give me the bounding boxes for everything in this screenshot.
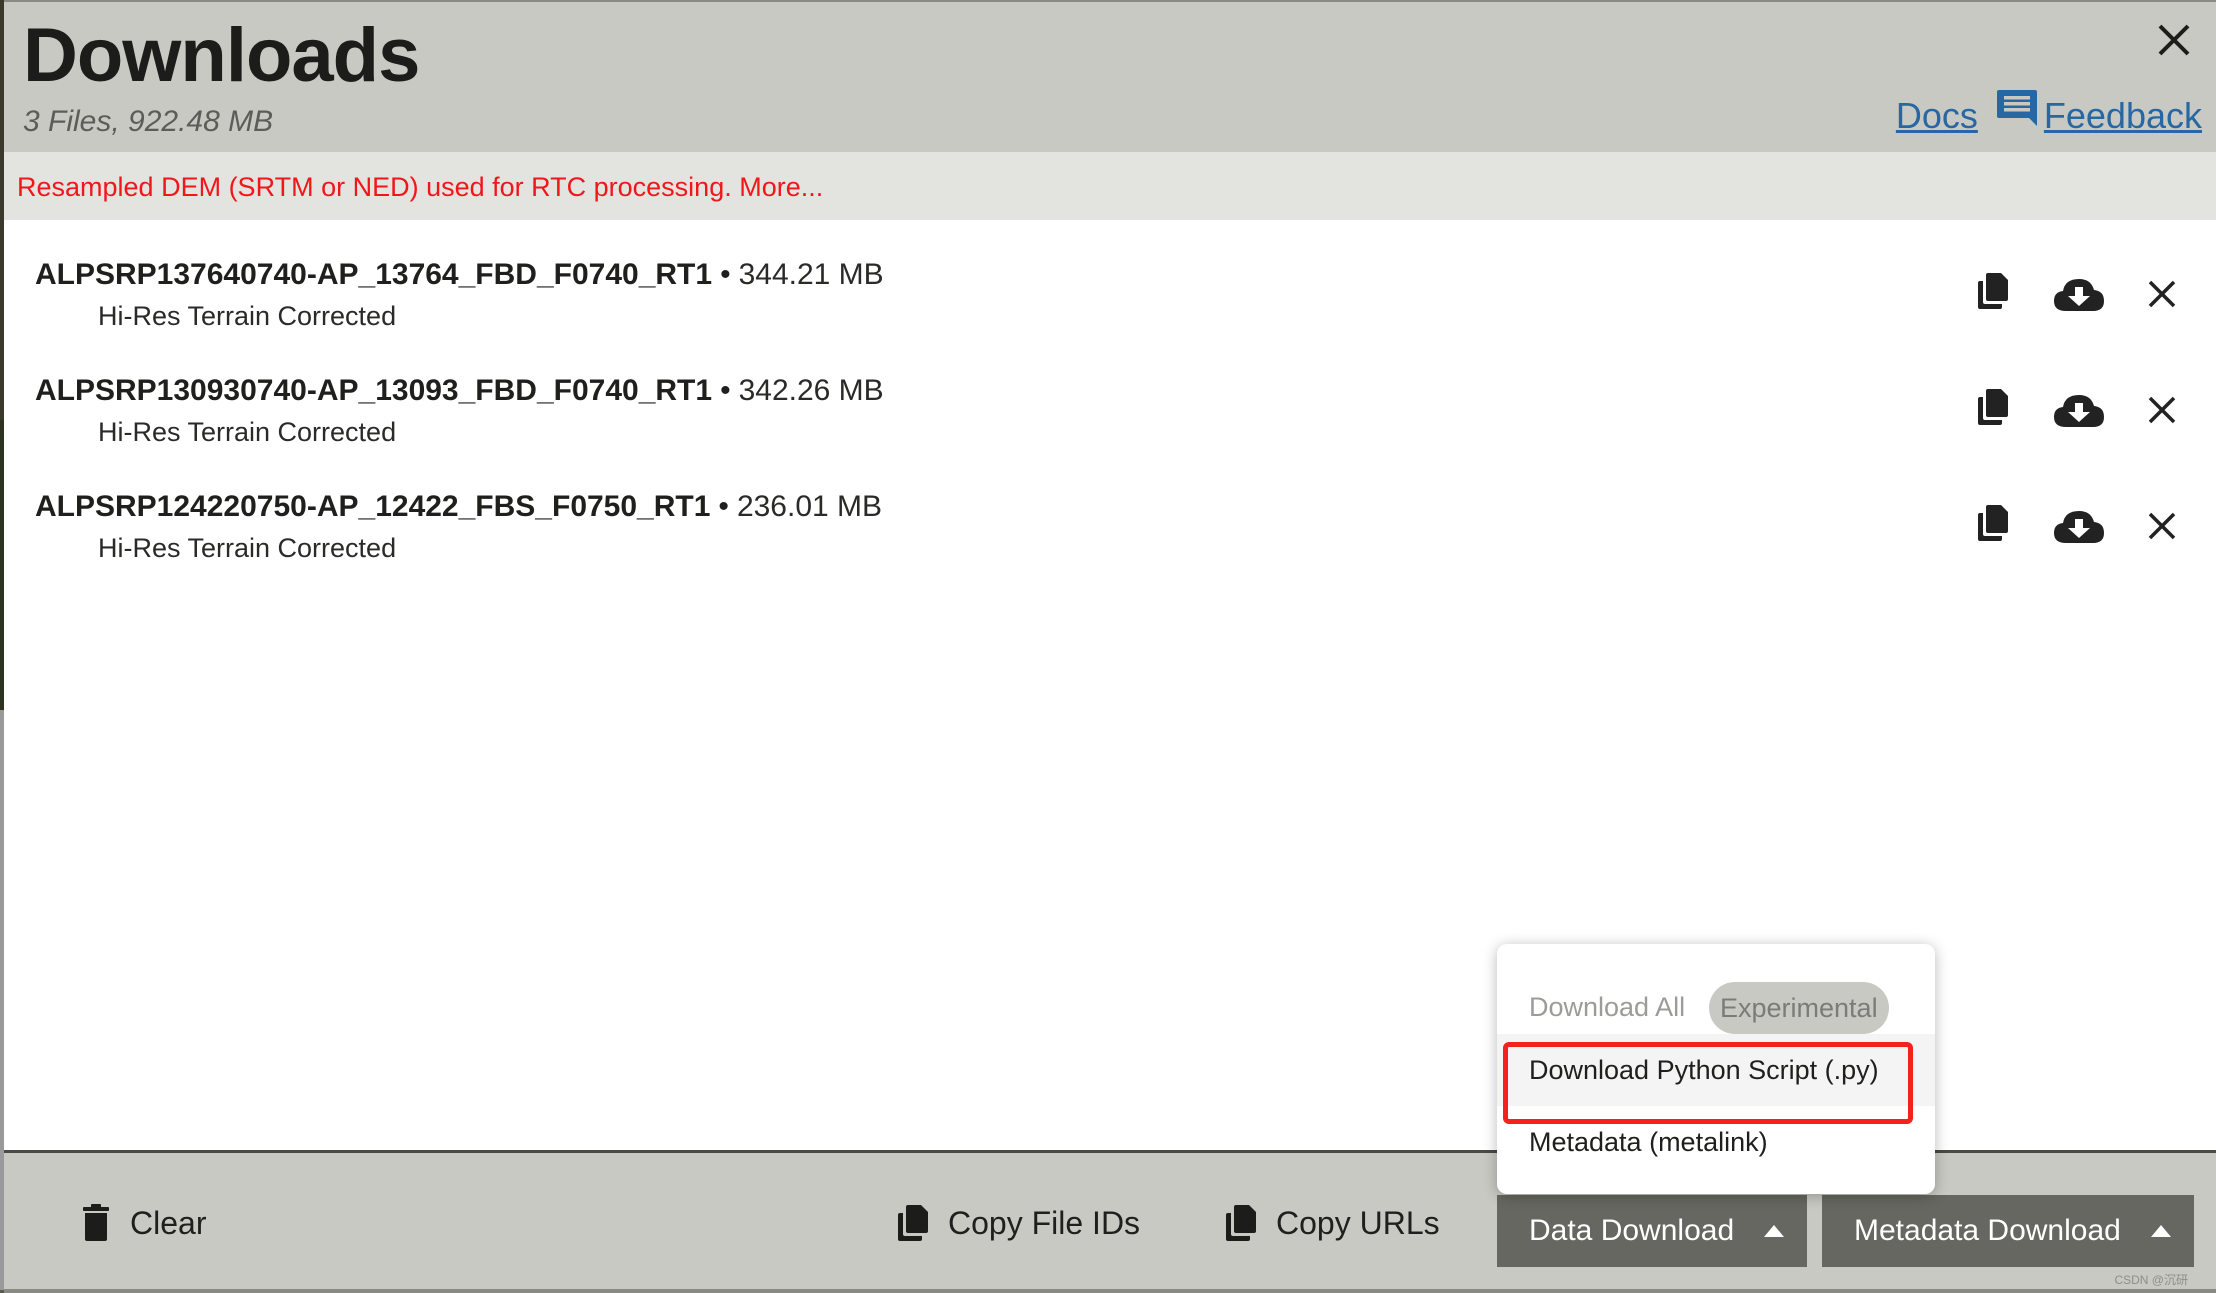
- file-type: Hi-Res Terrain Corrected: [98, 533, 397, 563]
- remove-icon: [2148, 280, 2176, 308]
- file-name-line: ALPSRP130930740-AP_13093_FBD_F0740_RT1 • 3…: [35, 372, 884, 410]
- close-icon: [2158, 24, 2190, 56]
- remove-button[interactable]: [2147, 279, 2177, 314]
- downloads-dialog: Downloads 3 Files, 922.48 MB Docs Feedba…: [4, 2, 2216, 1289]
- menu-section-header: Download All Experimental: [1497, 982, 1935, 1034]
- menu-item-python-script[interactable]: Download Python Script (.py): [1497, 1034, 1935, 1106]
- cloud-download-button[interactable]: [2054, 277, 2104, 316]
- data-download-button[interactable]: Data Download: [1497, 1195, 1807, 1267]
- file-name: ALPSRP124220750-AP_12422_FBS_F0750_RT1: [35, 490, 711, 523]
- copy-file-ids-label: Copy File IDs: [948, 1205, 1141, 1241]
- menu-item-metalink[interactable]: Metadata (metalink): [1497, 1106, 1935, 1178]
- file-row: ALPSRP124220750-AP_12422_FBS_F0750_RT1 • 2…: [4, 452, 2216, 568]
- files-summary: 3 Files, 922.48 MB: [23, 105, 274, 138]
- copy-icon: [1978, 505, 2008, 541]
- menu-item-label: Download Python Script (.py): [1529, 1055, 1879, 1085]
- caret-up-icon: [1764, 1225, 1785, 1237]
- file-name-line: ALPSRP137640740-AP_13764_FBD_F0740_RT1 • 3…: [35, 256, 884, 294]
- copy-button[interactable]: [1978, 505, 2008, 546]
- copy-button[interactable]: [1978, 389, 2008, 430]
- file-row: ALPSRP130930740-AP_13093_FBD_F0740_RT1 • 3…: [4, 336, 2216, 452]
- separator: •: [718, 490, 729, 523]
- metadata-download-button[interactable]: Metadata Download: [1822, 1195, 2194, 1267]
- download-all-label: Download All: [1529, 992, 1686, 1022]
- cloud-download-button[interactable]: [2054, 509, 2104, 548]
- copy-icon: [1226, 1205, 1256, 1241]
- header-links: Docs Feedback: [1896, 88, 2202, 138]
- file-size: 342.26 MB: [738, 374, 884, 407]
- file-row: ALPSRP137640740-AP_13764_FBD_F0740_RT1 • 3…: [4, 220, 2216, 336]
- experimental-badge: Experimental: [1709, 982, 1889, 1034]
- close-button[interactable]: [2154, 20, 2194, 60]
- cloud-download-button[interactable]: [2054, 393, 2104, 432]
- feedback-icon: [1996, 90, 2037, 126]
- clear-label: Clear: [130, 1205, 207, 1241]
- feedback-label[interactable]: Feedback: [2044, 94, 2202, 138]
- file-type: Hi-Res Terrain Corrected: [98, 301, 397, 331]
- feedback-link[interactable]: Feedback: [1996, 88, 2202, 138]
- cloud-download-icon: [2054, 279, 2104, 311]
- copy-icon: [898, 1205, 928, 1241]
- copy-icon: [1978, 389, 2008, 425]
- remove-button[interactable]: [2147, 511, 2177, 546]
- file-name: ALPSRP137640740-AP_13764_FBD_F0740_RT1: [35, 258, 713, 291]
- cloud-download-icon: [2054, 395, 2104, 427]
- dialog-title: Downloads: [23, 13, 420, 98]
- dialog-header: Downloads 3 Files, 922.48 MB Docs Feedba…: [4, 2, 2216, 152]
- docs-link[interactable]: Docs: [1896, 94, 1978, 138]
- remove-icon: [2148, 396, 2176, 424]
- remove-icon: [2148, 512, 2176, 540]
- copy-button[interactable]: [1978, 273, 2008, 314]
- file-name-line: ALPSRP124220750-AP_12422_FBS_F0750_RT1 • 2…: [35, 488, 882, 526]
- copy-urls-button[interactable]: Copy URLs: [1226, 1203, 1440, 1243]
- metadata-download-label: Metadata Download: [1854, 1214, 2121, 1247]
- trash-icon: [83, 1204, 109, 1241]
- separator: •: [720, 374, 731, 407]
- notice-banner: Resampled DEM (SRTM or NED) used for RTC…: [4, 152, 2216, 220]
- watermark: CSDN @沉研: [2114, 1273, 2188, 1287]
- file-name: ALPSRP130930740-AP_13093_FBD_F0740_RT1: [35, 374, 713, 407]
- caret-up-icon: [2150, 1225, 2171, 1237]
- remove-button[interactable]: [2147, 395, 2177, 430]
- file-size: 236.01 MB: [736, 490, 883, 523]
- data-download-menu: Download All Experimental Download Pytho…: [1497, 944, 1935, 1194]
- menu-item-label: Metadata (metalink): [1529, 1127, 1768, 1157]
- copy-icon: [1978, 273, 2008, 309]
- separator: •: [720, 258, 731, 291]
- copy-file-ids-button[interactable]: Copy File IDs: [898, 1203, 1140, 1243]
- notice-text[interactable]: Resampled DEM (SRTM or NED) used for RTC…: [17, 171, 823, 203]
- file-size: 344.21 MB: [738, 258, 884, 291]
- file-type: Hi-Res Terrain Corrected: [98, 417, 397, 447]
- copy-urls-label: Copy URLs: [1276, 1205, 1440, 1241]
- cloud-download-icon: [2054, 511, 2104, 543]
- clear-button[interactable]: Clear: [82, 1203, 206, 1243]
- data-download-label: Data Download: [1529, 1214, 1735, 1247]
